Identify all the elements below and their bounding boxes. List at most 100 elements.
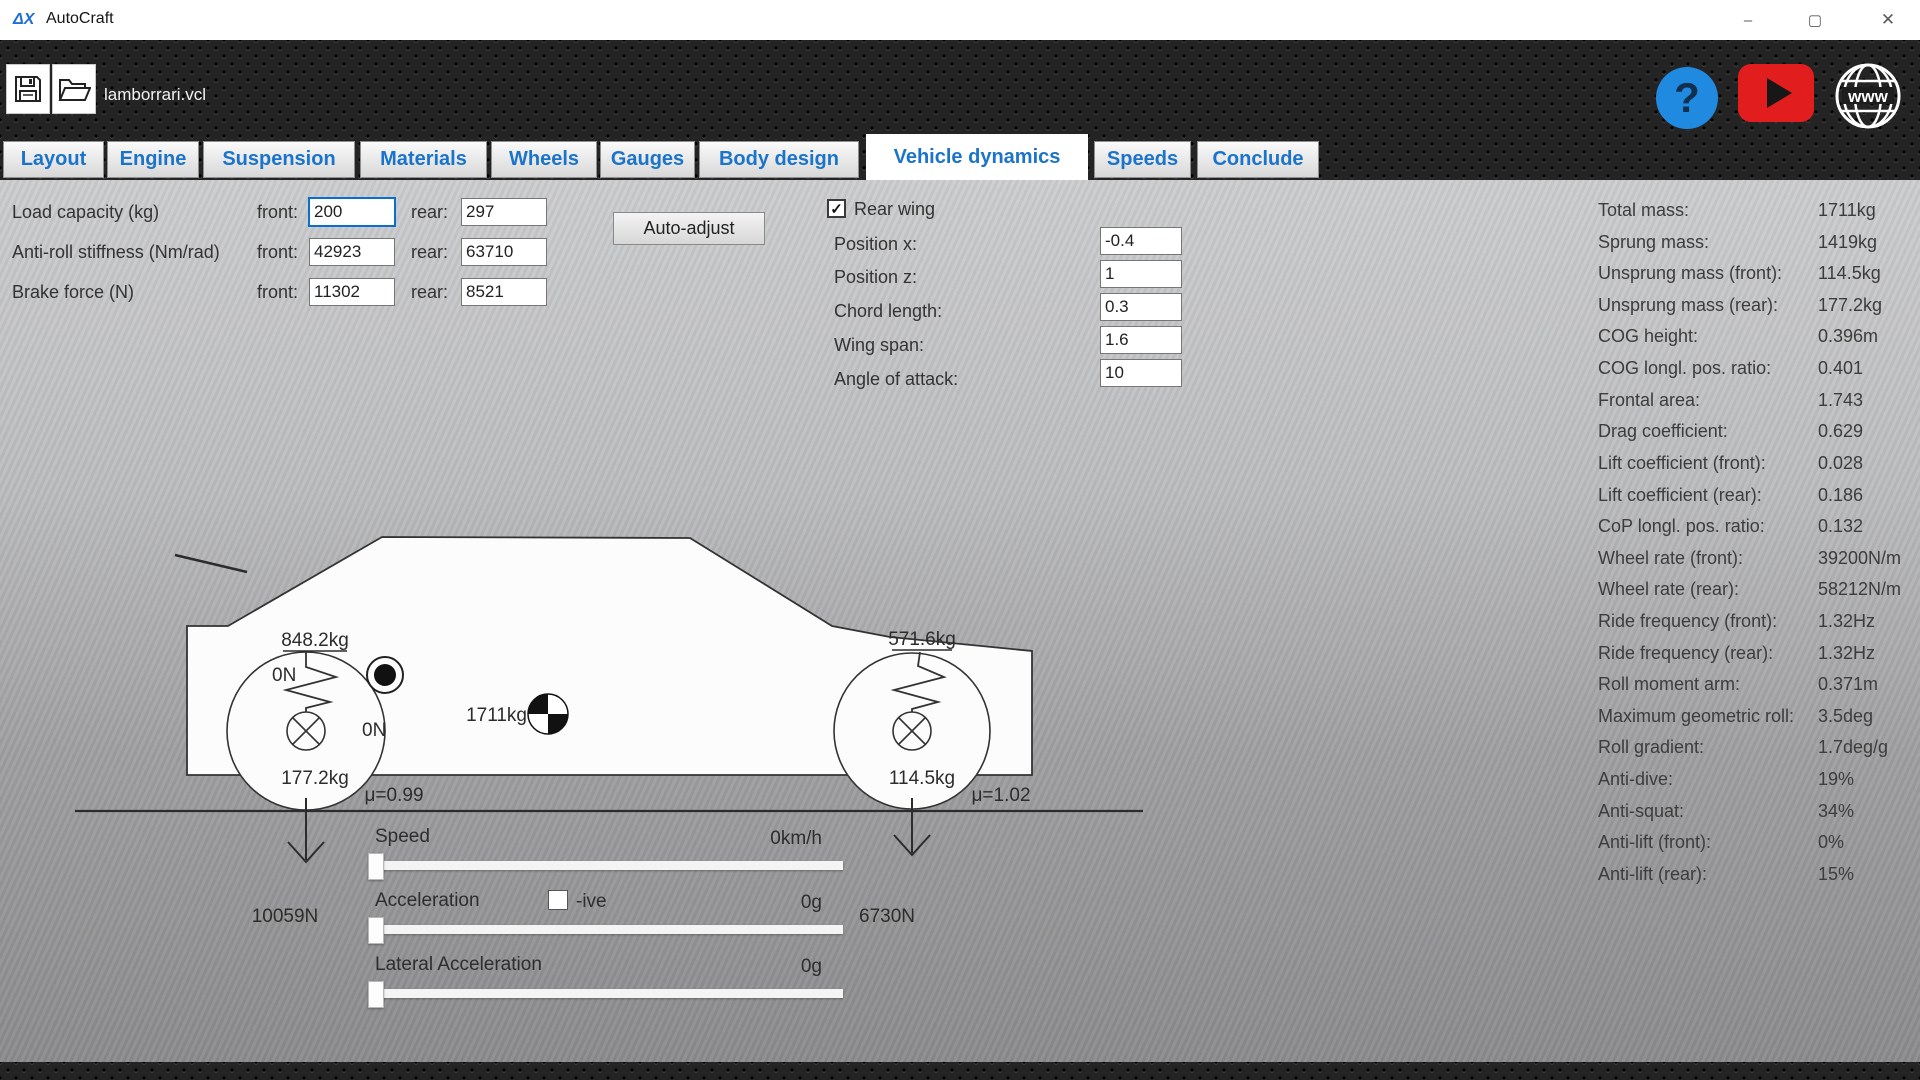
damper-force-upper-label: 0N: [272, 665, 296, 686]
rear-unsprung-mass-label: 177.2kg: [281, 768, 349, 789]
stat-label: Roll gradient:: [1598, 737, 1705, 757]
globe-www-icon: www: [1835, 63, 1901, 129]
bottom-trim: [0, 1062, 1920, 1080]
minimize-button[interactable]: –: [1731, 6, 1765, 34]
front-unsprung-mass-label: 114.5kg: [889, 768, 955, 789]
stat-label: Anti-dive:: [1598, 769, 1674, 789]
damper-force-lower-label: 0N: [362, 720, 386, 741]
svg-text:www: www: [1847, 87, 1888, 106]
lateral-acceleration-slider-thumb[interactable]: [368, 981, 384, 1008]
stat-row: Ride frequency (front): 1.32Hz: [1598, 611, 1918, 631]
stat-value: 19%: [1818, 769, 1855, 789]
stat-value: 1.32Hz: [1818, 611, 1876, 631]
stat-row: Wheel rate (rear): 58212N/m: [1598, 579, 1918, 599]
stat-row: Drag coefficient: 0.629: [1598, 421, 1918, 441]
stat-row: Lift coefficient (front): 0.028: [1598, 453, 1918, 473]
app-window: ΔX AutoCraft – ▢ ✕ lamborrari.vcl ? www …: [0, 0, 1920, 1080]
stat-row: Wheel rate (front): 39200N/m: [1598, 548, 1918, 568]
vehicle-diagram: 848.2kg 571.6kg 0N 0N 177.2kg 114.5kg 17…: [75, 536, 1143, 927]
stat-label: Lift coefficient (rear):: [1598, 485, 1762, 505]
stat-label: Anti-lift (front):: [1598, 832, 1712, 852]
mu-rear-label: μ=0.99: [364, 785, 423, 806]
play-icon: [1766, 78, 1792, 108]
website-button[interactable]: www: [1833, 61, 1903, 131]
maximize-button[interactable]: ▢: [1798, 6, 1832, 34]
stat-label: Maximum geometric roll:: [1598, 706, 1795, 726]
stat-row: Anti-dive: 19%: [1598, 769, 1918, 789]
rear-tyre-load-label: 10059N: [252, 906, 319, 927]
stat-value: 0.028: [1818, 453, 1864, 473]
stat-value: 0.401: [1818, 358, 1864, 378]
stat-value: 1.743: [1818, 390, 1864, 410]
stat-label: Ride frequency (rear):: [1598, 643, 1774, 663]
stat-value: 1.7deg/g: [1818, 737, 1889, 757]
acceleration-value: 0g: [800, 892, 822, 913]
negative-acceleration-label: -ive: [576, 891, 607, 912]
stat-row: COG longl. pos. ratio: 0.401: [1598, 358, 1918, 378]
stat-label: COG longl. pos. ratio:: [1598, 358, 1772, 378]
negative-acceleration-checkbox[interactable]: [548, 890, 568, 910]
acceleration-slider-track[interactable]: [372, 925, 843, 934]
stat-row: Maximum geometric roll: 3.5deg: [1598, 706, 1918, 726]
stat-value: 0.371m: [1818, 674, 1879, 694]
mu-front-label: μ=1.02: [971, 785, 1030, 806]
lateral-acceleration-slider-track[interactable]: [372, 989, 843, 998]
stat-row: Sprung mass: 1419kg: [1598, 232, 1918, 252]
front-sprung-mass-label: 571.6kg: [888, 629, 956, 650]
stat-label: COG height:: [1598, 326, 1699, 346]
stat-row: Unsprung mass (front): 114.5kg: [1598, 263, 1918, 283]
rear-wing-element: [174, 553, 248, 574]
stat-label: Sprung mass:: [1598, 232, 1710, 252]
stat-value: 58212N/m: [1818, 579, 1902, 599]
speed-slider-thumb[interactable]: [368, 853, 384, 880]
stat-value: 0.629: [1818, 421, 1864, 441]
cog-symbol: [527, 693, 569, 735]
stat-label: Wheel rate (rear):: [1598, 579, 1740, 599]
youtube-button[interactable]: [1738, 64, 1814, 122]
acceleration-slider-label: Acceleration: [375, 890, 480, 911]
tab-conclude[interactable]: Conclude: [1197, 141, 1319, 178]
speed-slider-track[interactable]: [372, 861, 843, 870]
stat-value: 3.5deg: [1818, 706, 1874, 726]
stat-label: Lift coefficient (front):: [1598, 453, 1766, 473]
stat-value: 114.5kg: [1818, 263, 1881, 283]
stat-value: 1.32Hz: [1818, 643, 1876, 663]
stat-value: 34%: [1818, 801, 1855, 821]
stat-value: 177.2kg: [1818, 295, 1883, 315]
stat-value: 1419kg: [1818, 232, 1878, 252]
help-button[interactable]: ?: [1656, 67, 1718, 129]
stat-row: Anti-lift (front): 0%: [1598, 832, 1918, 852]
stat-label: Wheel rate (front):: [1598, 548, 1744, 568]
stat-value: 0.132: [1818, 516, 1864, 536]
stat-label: Frontal area:: [1598, 390, 1701, 410]
front-hub-icon: [892, 711, 932, 751]
close-button[interactable]: ✕: [1871, 6, 1905, 34]
acceleration-slider-thumb[interactable]: [368, 917, 384, 944]
stat-row: Roll moment arm: 0.371m: [1598, 674, 1918, 694]
lateral-acceleration-value: 0g: [800, 956, 822, 977]
stat-label: Unsprung mass (rear):: [1598, 295, 1779, 315]
stat-label: Roll moment arm:: [1598, 674, 1741, 694]
stat-row: CoP longl. pos. ratio: 0.132: [1598, 516, 1918, 536]
lateral-acceleration-slider-label: Lateral Acceleration: [375, 954, 542, 975]
stat-value: 0.396m: [1818, 326, 1879, 346]
stat-value: 0%: [1818, 832, 1845, 852]
stat-value: 15%: [1818, 864, 1855, 884]
stat-row: COG height: 0.396m: [1598, 326, 1918, 346]
stat-label: Drag coefficient:: [1598, 421, 1728, 441]
stat-row: Ride frequency (rear): 1.32Hz: [1598, 643, 1918, 663]
stat-label: Ride frequency (front):: [1598, 611, 1778, 631]
total-mass-label: 1711kg: [466, 705, 527, 726]
rear-hub-icon: [286, 711, 326, 751]
rear-sprung-mass-label: 848.2kg: [281, 630, 349, 651]
stat-label: Anti-squat:: [1598, 801, 1685, 821]
question-mark-icon: ?: [1674, 74, 1700, 121]
stat-value: 39200N/m: [1818, 548, 1902, 568]
stat-row: Unsprung mass (rear): 177.2kg: [1598, 295, 1918, 315]
speed-value: 0km/h: [770, 828, 822, 849]
stat-label: Anti-lift (rear):: [1598, 864, 1708, 884]
front-tyre-load-label: 6730N: [859, 906, 915, 927]
stat-row: Anti-lift (rear): 15%: [1598, 864, 1918, 884]
stat-value: 0.186: [1818, 485, 1864, 505]
roll-centre-marker: [366, 656, 404, 694]
